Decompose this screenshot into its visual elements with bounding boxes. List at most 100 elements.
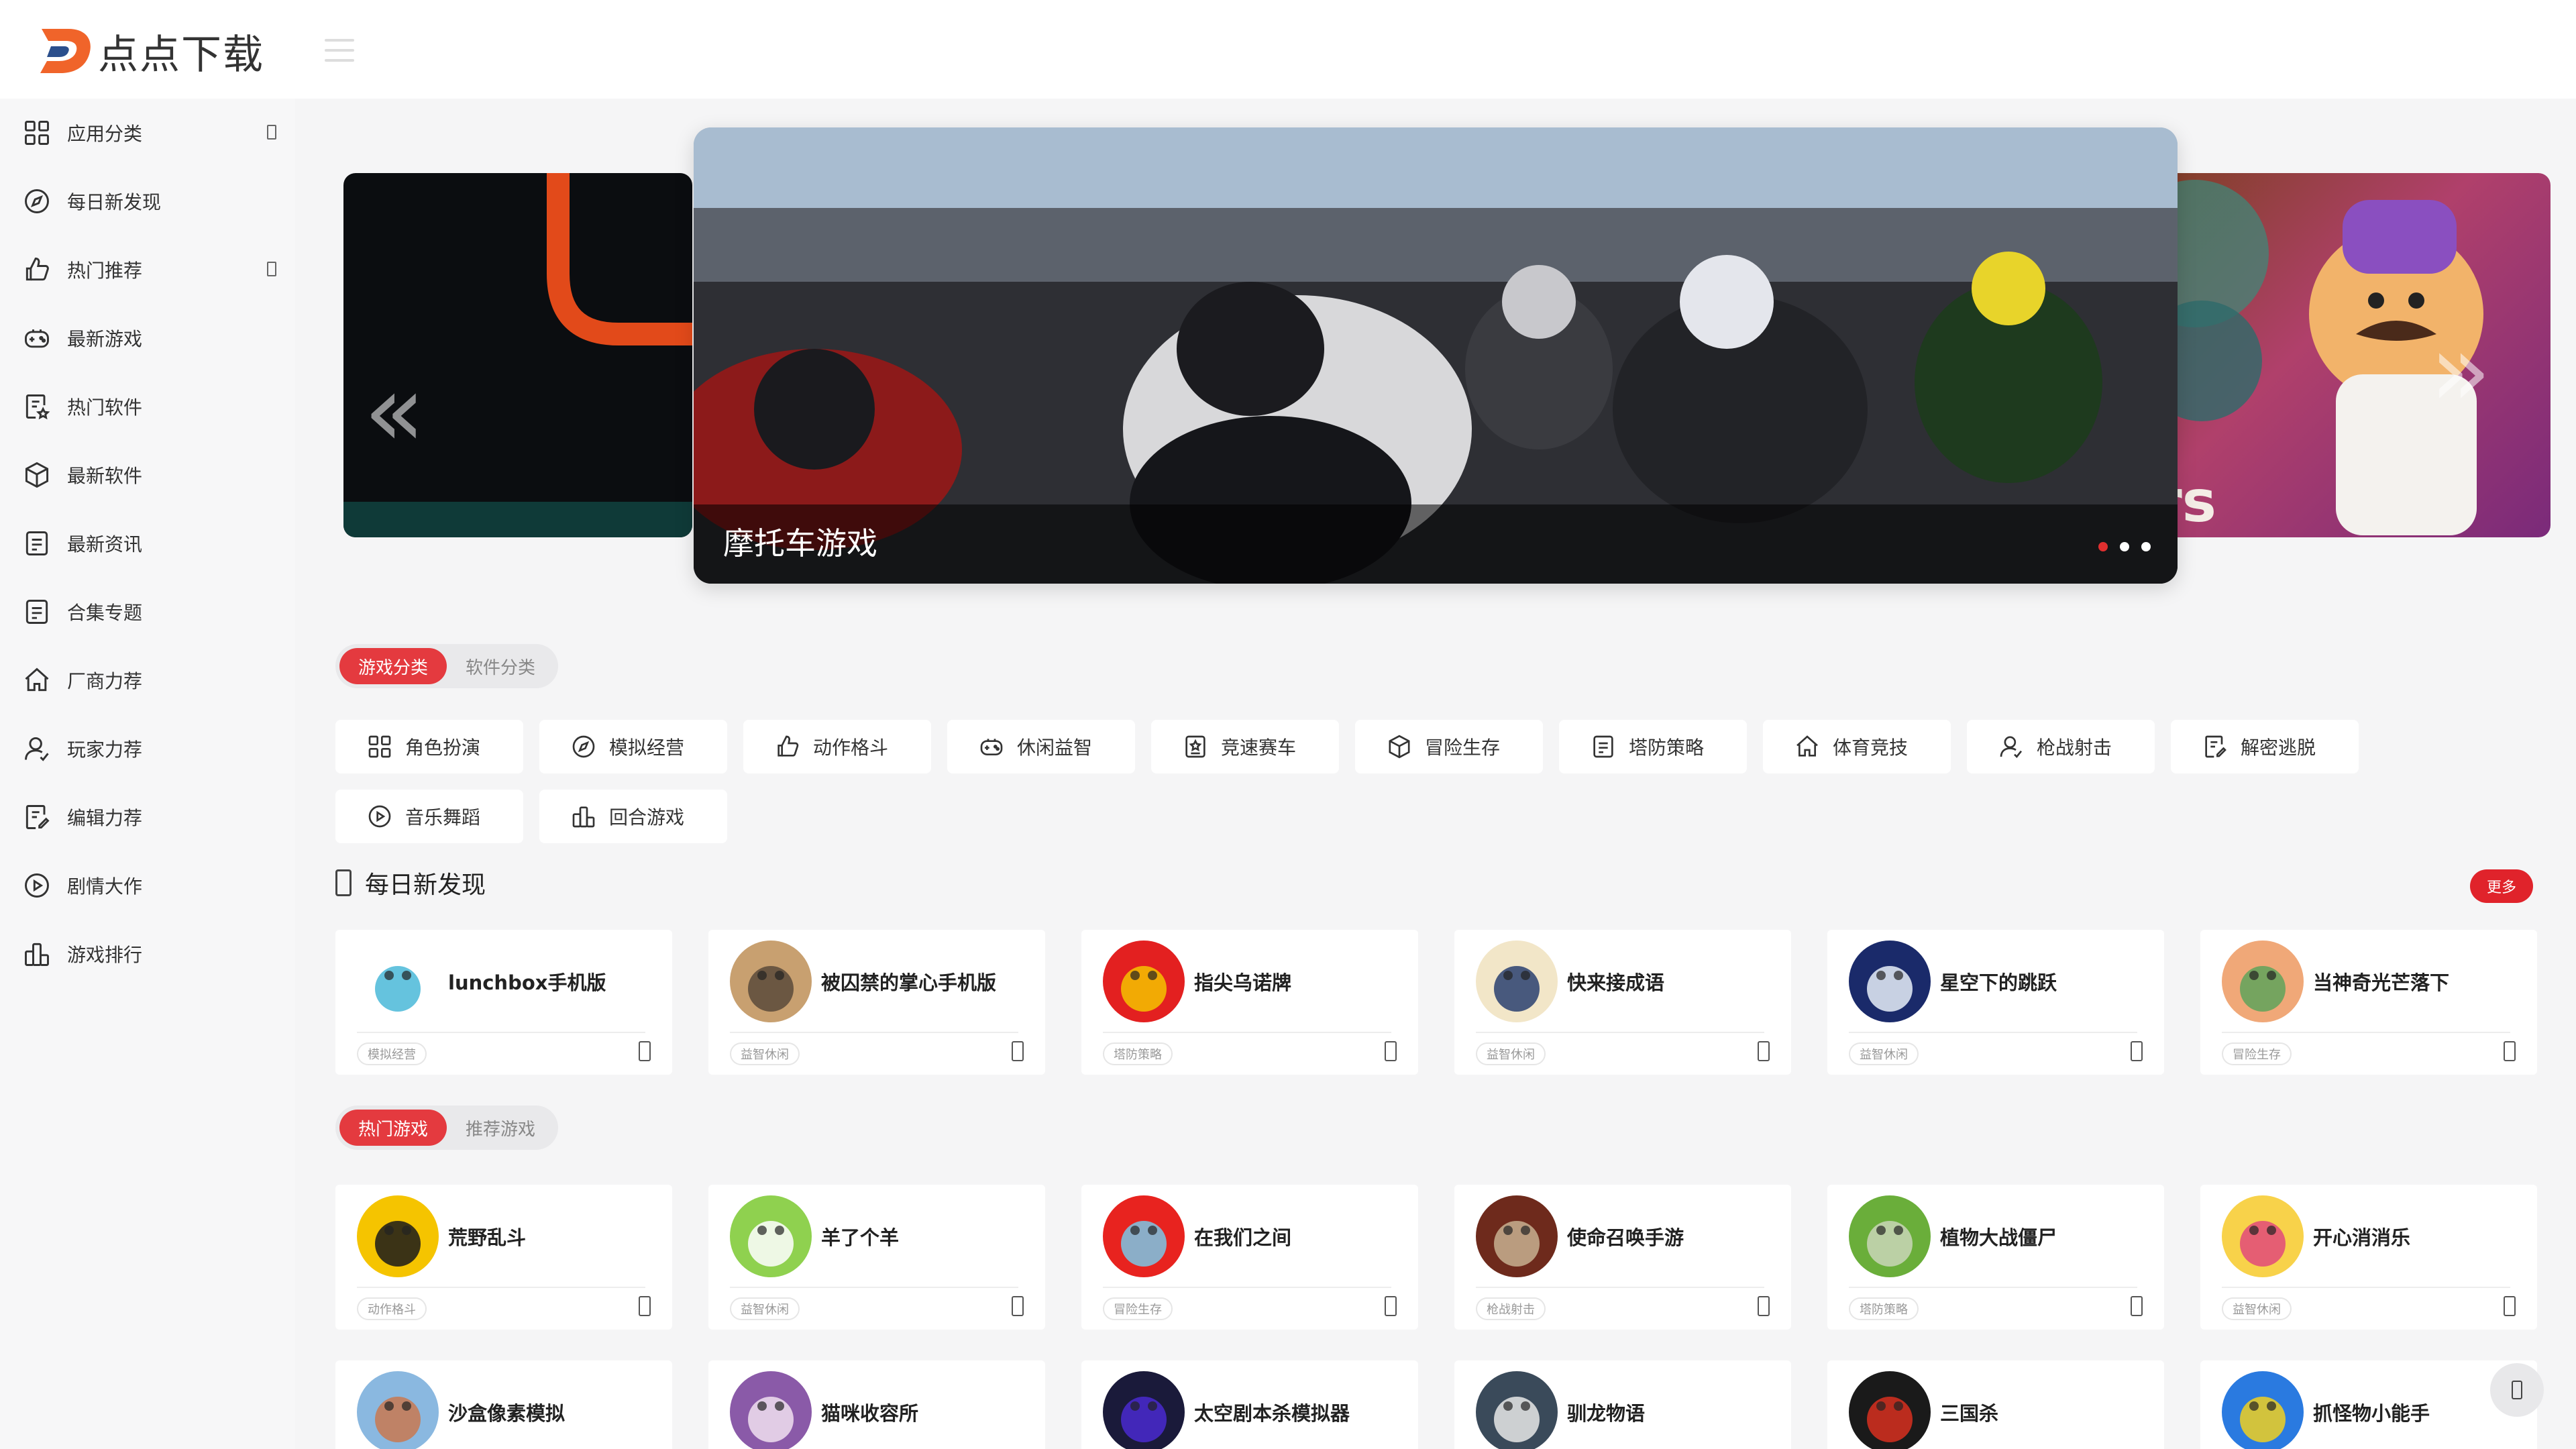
app-category-tag[interactable]: 塔防策略 — [1103, 1042, 1173, 1065]
banner-slide-next[interactable]: ers » — [2114, 173, 2551, 537]
download-icon[interactable] — [1758, 1296, 1770, 1316]
app-icon[interactable] — [2222, 1195, 2304, 1277]
sidebar-item-9[interactable]: 厂商力荐 — [21, 660, 276, 700]
app-card[interactable]: 快来接成语益智休闲 — [1454, 930, 1791, 1075]
category-chip[interactable]: 模拟经营 — [539, 720, 727, 773]
category-chip[interactable]: 塔防策略 — [1559, 720, 1747, 773]
app-card[interactable]: 太空剧本杀模拟器 — [1081, 1360, 1418, 1449]
category-tabs-tab[interactable]: 游戏分类 — [339, 648, 447, 684]
sidebar-item-7[interactable]: 最新资讯 — [21, 523, 276, 564]
app-card[interactable]: 荒野乱斗 动作格斗 — [335, 1185, 672, 1330]
banner-prev-arrow[interactable]: « — [364, 361, 425, 462]
app-icon[interactable] — [2222, 1371, 2304, 1449]
banner-next-arrow[interactable]: » — [2430, 321, 2491, 421]
back-to-top-button[interactable] — [2490, 1363, 2544, 1417]
app-card[interactable]: 指尖乌诺牌塔防策略 — [1081, 930, 1418, 1075]
download-icon[interactable] — [2131, 1296, 2143, 1316]
app-icon[interactable] — [1849, 941, 1931, 1022]
sidebar-item-5[interactable]: 热门软件 — [21, 386, 276, 427]
sidebar-item-11[interactable]: 编辑力荐 — [21, 797, 276, 837]
expand-caret-icon[interactable] — [267, 125, 276, 140]
app-card[interactable]: lunchbox手机版模拟经营 — [335, 930, 672, 1075]
app-card[interactable]: 开心消消乐益智休闲 — [2200, 1185, 2537, 1330]
app-card[interactable]: 植物大战僵尸 塔防策略 — [1827, 1185, 2164, 1330]
sidebar-item-10[interactable]: 玩家力荐 — [21, 729, 276, 769]
sidebar-item-1[interactable]: 应用分类 — [21, 113, 276, 153]
app-icon[interactable] — [1103, 941, 1185, 1022]
category-chip[interactable]: 解密逃脱 — [2171, 720, 2359, 773]
app-card[interactable]: 羊了个羊 益智休闲 — [708, 1185, 1045, 1330]
app-name[interactable]: 猫咪收容所 — [821, 1398, 918, 1426]
app-category-tag[interactable]: 益智休闲 — [2222, 1297, 2292, 1320]
app-card[interactable]: 驯龙物语 — [1454, 1360, 1791, 1449]
sidebar-item-6[interactable]: 最新软件 — [21, 455, 276, 495]
download-icon[interactable] — [1385, 1296, 1397, 1316]
app-name[interactable]: 植物大战僵尸 — [1940, 1222, 2057, 1250]
download-icon[interactable] — [2131, 1041, 2143, 1061]
app-name[interactable]: 在我们之间 — [1194, 1222, 1291, 1250]
banner-dot[interactable] — [2098, 542, 2108, 551]
app-name[interactable]: 快来接成语 — [1567, 967, 1664, 996]
app-name[interactable]: 三国杀 — [1940, 1398, 1998, 1426]
app-category-tag[interactable]: 枪战射击 — [1476, 1297, 1546, 1320]
app-name[interactable]: 被囚禁的掌心手机版 — [821, 967, 996, 996]
app-category-tag[interactable]: 益智休闲 — [1849, 1042, 1919, 1065]
category-chip[interactable]: 冒险生存 — [1355, 720, 1543, 773]
category-chip[interactable]: 角色扮演 — [335, 720, 523, 773]
app-icon[interactable] — [1476, 1195, 1558, 1277]
app-card[interactable]: 当神奇光芒落下冒险生存 — [2200, 930, 2537, 1075]
app-category-tag[interactable]: 益智休闲 — [730, 1042, 800, 1065]
sidebar-item-12[interactable]: 剧情大作 — [21, 865, 276, 906]
download-icon[interactable] — [1012, 1041, 1024, 1061]
download-icon[interactable] — [2504, 1041, 2516, 1061]
app-card[interactable]: 三国杀 — [1827, 1360, 2164, 1449]
app-card[interactable]: 沙盒像素模拟 — [335, 1360, 672, 1449]
banner-dot[interactable] — [2141, 542, 2151, 551]
app-name[interactable]: 开心消消乐 — [2313, 1222, 2410, 1250]
category-chip[interactable]: 回合游戏 — [539, 790, 727, 843]
sidebar-item-3[interactable]: 热门推荐 — [21, 250, 276, 290]
daily-more-button[interactable]: 更多 — [2470, 869, 2533, 903]
category-chip[interactable]: 体育竞技 — [1763, 720, 1951, 773]
app-category-tag[interactable]: 益智休闲 — [1476, 1042, 1546, 1065]
app-name[interactable]: 驯龙物语 — [1567, 1398, 1645, 1426]
app-icon[interactable] — [730, 1371, 812, 1449]
banner-slide-prev[interactable]: « — [343, 173, 692, 537]
category-chip[interactable]: 音乐舞蹈 — [335, 790, 523, 843]
app-category-tag[interactable]: 冒险生存 — [2222, 1042, 2292, 1065]
expand-caret-icon[interactable] — [267, 262, 276, 276]
app-name[interactable]: lunchbox手机版 — [448, 967, 606, 996]
app-card[interactable]: 猫咪收容所 — [708, 1360, 1045, 1449]
app-category-tag[interactable]: 模拟经营 — [357, 1042, 427, 1065]
app-name[interactable]: 指尖乌诺牌 — [1194, 967, 1291, 996]
app-icon[interactable] — [730, 941, 812, 1022]
category-chip[interactable]: 枪战射击 — [1967, 720, 2155, 773]
app-name[interactable]: 使命召唤手游 — [1567, 1222, 1684, 1250]
app-name[interactable]: 荒野乱斗 — [448, 1222, 526, 1250]
download-icon[interactable] — [2504, 1296, 2516, 1316]
hot-tabs-tab[interactable]: 热门游戏 — [339, 1110, 447, 1146]
download-icon[interactable] — [639, 1041, 651, 1061]
app-name[interactable]: 当神奇光芒落下 — [2313, 967, 2449, 996]
app-name[interactable]: 星空下的跳跃 — [1940, 967, 2057, 996]
app-icon[interactable] — [357, 941, 439, 1022]
sidebar-item-2[interactable]: 每日新发现 — [21, 181, 276, 221]
app-name[interactable]: 羊了个羊 — [821, 1222, 899, 1250]
app-icon[interactable] — [357, 1195, 439, 1277]
download-icon[interactable] — [1385, 1041, 1397, 1061]
sidebar-item-4[interactable]: 最新游戏 — [21, 318, 276, 358]
sidebar-item-13[interactable]: 游戏排行 — [21, 934, 276, 974]
site-logo[interactable]: 点点下载 — [38, 24, 264, 78]
download-icon[interactable] — [639, 1296, 651, 1316]
category-tabs-tab[interactable]: 软件分类 — [447, 648, 554, 684]
app-icon[interactable] — [1849, 1371, 1931, 1449]
menu-toggle-icon[interactable] — [325, 39, 354, 62]
app-card[interactable]: 在我们之间 冒险生存 — [1081, 1185, 1418, 1330]
sidebar-item-8[interactable]: 合集专题 — [21, 592, 276, 632]
app-name[interactable]: 抓怪物小能手 — [2313, 1398, 2430, 1426]
app-icon[interactable] — [357, 1371, 439, 1449]
banner-slide-active[interactable]: 摩托车游戏 — [694, 127, 2178, 584]
app-icon[interactable] — [2222, 941, 2304, 1022]
banner-dot[interactable] — [2120, 542, 2129, 551]
app-name[interactable]: 沙盒像素模拟 — [448, 1398, 565, 1426]
